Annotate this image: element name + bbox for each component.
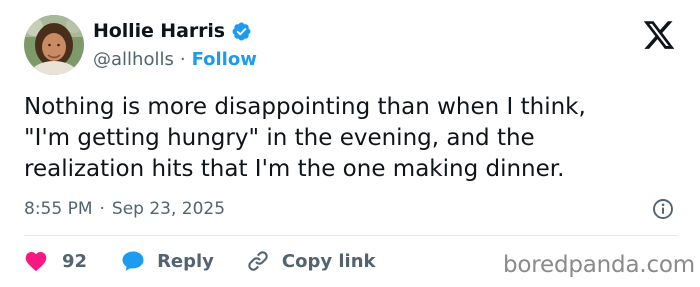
tweet-time: 8:55 PM [24,199,93,219]
reply-button[interactable]: Reply [121,250,214,272]
follow-button[interactable]: Follow [192,49,257,70]
author-handle-row: @allholls · Follow [93,49,257,70]
like-button[interactable]: 92 [24,250,87,272]
handle-separator: · [179,49,186,70]
reply-label: Reply [157,250,214,272]
tweet-text: Nothing is more disappointing than when … [24,92,684,185]
avatar[interactable] [24,15,84,75]
tweet-line: realization hits that I'm the one making… [24,156,565,182]
divider [24,235,678,236]
tweet-date: Sep 23, 2025 [111,199,226,219]
tweet-line: "I'm getting hungry" in the evening, and… [24,125,535,151]
heart-icon [25,252,47,272]
info-icon[interactable] [652,198,674,220]
copy-link-button[interactable]: Copy link [246,249,376,273]
copy-link-label: Copy link [281,250,376,272]
avatar-image [24,15,84,75]
author-name-row: Hollie Harris [93,20,252,42]
author-handle[interactable]: @allholls [93,49,174,70]
author-display-name[interactable]: Hollie Harris [93,20,225,42]
action-bar: 92 Reply Copy link [24,247,376,275]
speech-bubble-icon [122,251,144,271]
tweet-line: Nothing is more disappointing than when … [24,94,586,120]
link-icon [248,251,268,271]
x-logo-icon[interactable] [641,18,677,52]
watermark: boredpanda.com [503,252,695,278]
like-count: 92 [62,250,88,272]
verified-badge-icon [231,21,252,42]
tweet-timestamp[interactable]: 8:55 PM · Sep 23, 2025 [24,199,225,219]
meta-separator: · [99,199,105,219]
